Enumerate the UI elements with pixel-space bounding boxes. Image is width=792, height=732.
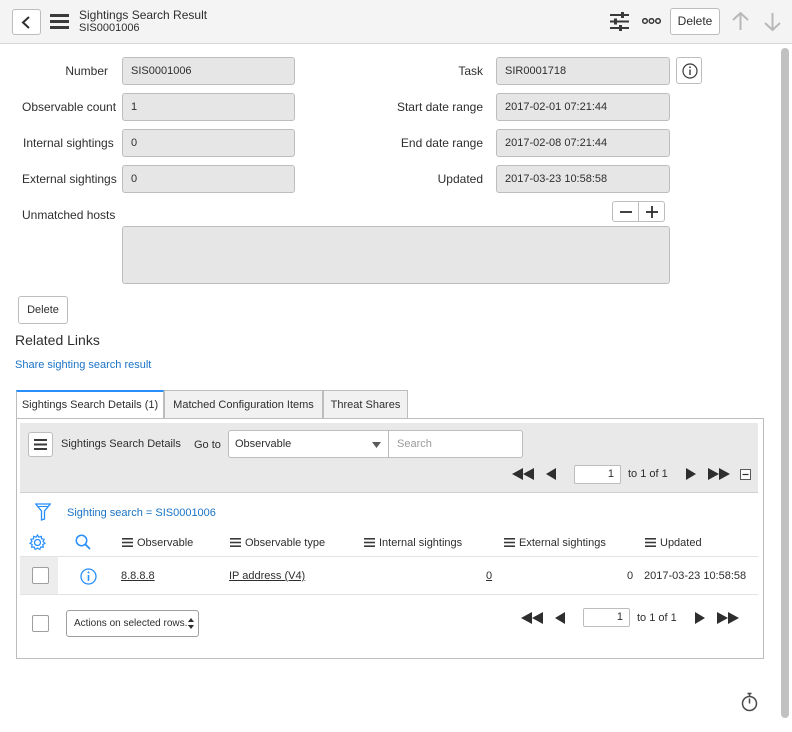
- previous-page-icon[interactable]: [546, 468, 556, 480]
- share-sighting-link[interactable]: Share sighting search result: [15, 359, 151, 371]
- external-sightings-label: External sightings: [22, 172, 117, 186]
- page-number-input[interactable]: 1: [574, 465, 621, 484]
- column-menu-icon: [504, 538, 515, 547]
- column-header-label: Updated: [660, 537, 702, 549]
- tab-matched-configuration-items[interactable]: Matched Configuration Items: [164, 390, 323, 418]
- page-title: Sightings Search Result: [79, 8, 208, 22]
- previous-page-icon[interactable]: [555, 612, 565, 624]
- last-page-icon[interactable]: [708, 468, 730, 480]
- page-range-text-bottom: to 1 of 1: [637, 612, 677, 624]
- next-page-icon[interactable]: [695, 612, 705, 624]
- tab-sightings-search-details[interactable]: Sightings Search Details (1): [16, 390, 164, 419]
- column-menu-icon: [230, 538, 241, 547]
- gear-icon[interactable]: [29, 534, 46, 551]
- first-page-icon[interactable]: [512, 468, 534, 480]
- header-delete-button[interactable]: Delete: [670, 8, 720, 35]
- column-header-label: Observable: [137, 537, 194, 549]
- column-header-observable[interactable]: Observable: [122, 537, 193, 549]
- hamburger-icon: [34, 439, 47, 450]
- number-field[interactable]: SIS0001006: [122, 57, 295, 85]
- goto-selected-value: Observable: [235, 438, 292, 450]
- sliders-icon[interactable]: [610, 12, 629, 31]
- observable-count-field[interactable]: 1: [122, 93, 295, 121]
- next-page-icon[interactable]: [686, 468, 696, 480]
- last-page-icon[interactable]: [717, 612, 739, 624]
- task-field[interactable]: SIR0001718: [496, 57, 670, 85]
- column-header-external-sightings[interactable]: External sightings: [504, 537, 606, 549]
- updated-field[interactable]: 2017-03-23 10:58:58: [496, 165, 670, 193]
- chevron-left-icon: [21, 16, 30, 29]
- list-title: Sightings Search Details: [61, 438, 181, 450]
- related-links-title: Related Links: [15, 332, 100, 348]
- end-date-range-label: End date range: [400, 136, 483, 150]
- info-icon[interactable]: [80, 568, 97, 585]
- first-page-icon[interactable]: [521, 612, 543, 624]
- internal-sightings-label: Internal sightings: [23, 136, 114, 150]
- form-header: Sightings Search Result SIS0001006 Delet…: [0, 0, 792, 44]
- actions-select[interactable]: Actions on selected rows...: [66, 610, 199, 637]
- select-all-checkbox[interactable]: [32, 615, 49, 632]
- start-date-range-field[interactable]: 2017-02-01 07:21:44: [496, 93, 670, 121]
- list-search-input[interactable]: Search: [388, 430, 523, 458]
- collapse-icon[interactable]: [740, 469, 751, 480]
- add-host-button[interactable]: [638, 201, 665, 222]
- arrow-down-icon[interactable]: [764, 12, 781, 31]
- list-menu-button[interactable]: [28, 432, 53, 457]
- record-number: SIS0001006: [79, 22, 140, 34]
- start-date-range-label: Start date range: [396, 100, 483, 114]
- funnel-icon[interactable]: [35, 503, 51, 521]
- caret-updown-icon: [188, 618, 194, 629]
- updated-label: Updated: [437, 172, 483, 186]
- delete-button[interactable]: Delete: [18, 296, 68, 324]
- end-date-range-field[interactable]: 2017-02-08 07:21:44: [496, 129, 670, 157]
- cell-observable[interactable]: 8.8.8.8: [121, 570, 155, 582]
- cell-external-sightings: 0: [627, 570, 634, 582]
- goto-label: Go to: [194, 439, 221, 451]
- actions-select-label: Actions on selected rows...: [74, 618, 193, 629]
- cell-observable-type[interactable]: IP address (V4): [229, 570, 305, 582]
- back-button[interactable]: [12, 9, 41, 35]
- column-header-label: Internal sightings: [379, 537, 463, 549]
- remove-host-button[interactable]: [612, 201, 639, 222]
- cell-updated: 2017-03-23 10:58:58: [644, 570, 747, 582]
- row-checkbox[interactable]: [32, 567, 49, 584]
- internal-sightings-field[interactable]: 0: [122, 129, 295, 157]
- page-range-text: to 1 of 1: [628, 468, 668, 480]
- unmatched-hosts-label: Unmatched hosts: [22, 208, 116, 222]
- column-header-observable-type[interactable]: Observable type: [230, 537, 325, 549]
- scrollbar-thumb[interactable]: [781, 48, 789, 718]
- column-header-label: Observable type: [245, 537, 326, 549]
- task-label: Task: [458, 64, 483, 78]
- column-header-internal-sightings[interactable]: Internal sightings: [364, 537, 462, 549]
- goto-field-select[interactable]: Observable: [228, 430, 389, 458]
- external-sightings-field[interactable]: 0: [122, 165, 295, 193]
- stopwatch-icon[interactable]: [741, 692, 758, 712]
- minus-icon: [620, 211, 632, 213]
- column-menu-icon: [122, 538, 133, 547]
- filter-breadcrumb[interactable]: Sighting search = SIS0001006: [67, 507, 216, 519]
- plus-icon: [646, 206, 658, 218]
- task-info-button[interactable]: [676, 57, 702, 84]
- ellipsis-icon[interactable]: [642, 18, 661, 24]
- column-menu-icon: [645, 538, 656, 547]
- cell-internal-sightings[interactable]: 0: [486, 570, 492, 582]
- observable-count-label: Observable count: [22, 100, 117, 114]
- arrow-up-icon[interactable]: [732, 12, 749, 31]
- unmatched-hosts-field[interactable]: [122, 226, 670, 284]
- number-label: Number: [65, 64, 108, 78]
- column-header-label: External sightings: [519, 537, 606, 549]
- caret-down-icon: [372, 442, 381, 448]
- column-header-updated[interactable]: Updated: [645, 537, 702, 549]
- search-icon[interactable]: [75, 534, 91, 550]
- tab-threat-shares[interactable]: Threat Shares: [323, 390, 408, 418]
- hamburger-icon[interactable]: [50, 13, 69, 29]
- column-menu-icon: [364, 538, 375, 547]
- page-number-input-bottom[interactable]: 1: [583, 608, 630, 627]
- info-icon: [682, 63, 698, 79]
